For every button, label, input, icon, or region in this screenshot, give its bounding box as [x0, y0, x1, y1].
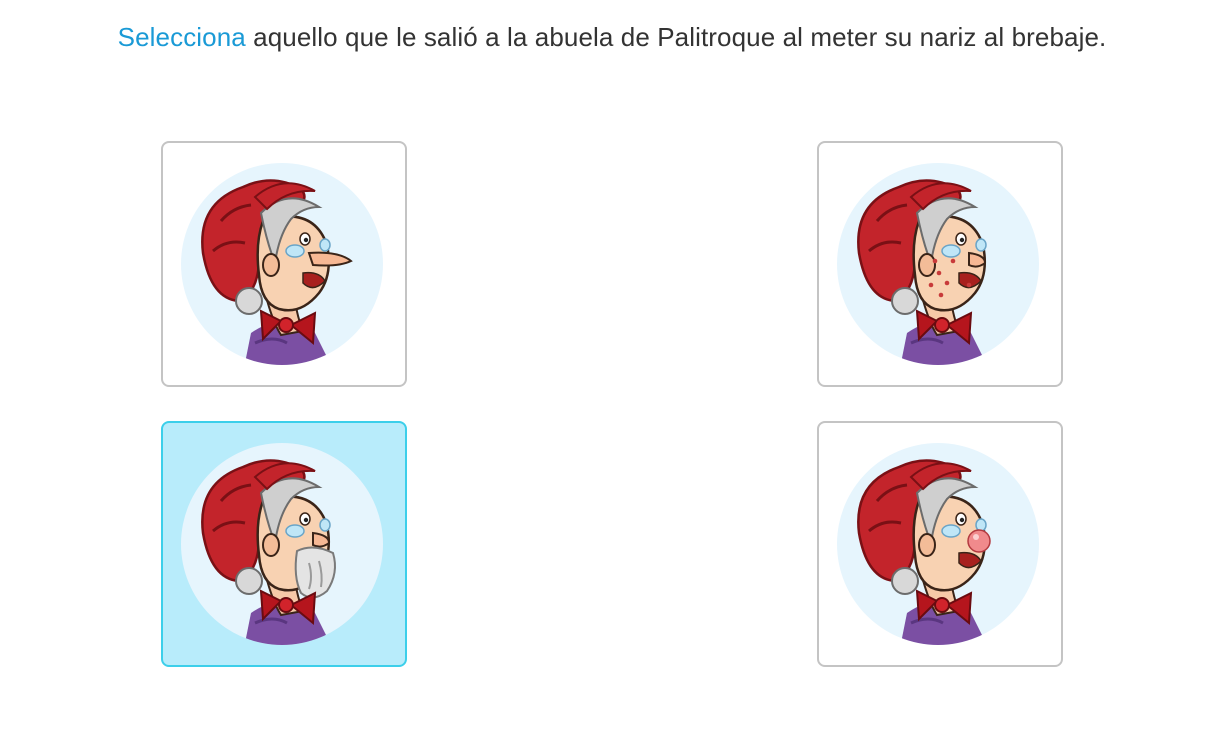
option-card-beard[interactable] [161, 421, 407, 667]
instruction-verb: Selecciona [117, 22, 246, 52]
grandma-beard-image [181, 443, 383, 645]
option-card-spots[interactable] [817, 141, 1063, 387]
grandma-red-nose-image [837, 443, 1039, 645]
instruction-text: Selecciona aquello que le salió a la abu… [0, 22, 1224, 53]
instruction-body: aquello que le salió a la abuela de Pali… [245, 22, 1107, 52]
grandma-spots-image [837, 163, 1039, 365]
option-card-long-nose[interactable] [161, 141, 407, 387]
grandma-long-nose-image [181, 163, 383, 365]
option-card-red-nose[interactable] [817, 421, 1063, 667]
